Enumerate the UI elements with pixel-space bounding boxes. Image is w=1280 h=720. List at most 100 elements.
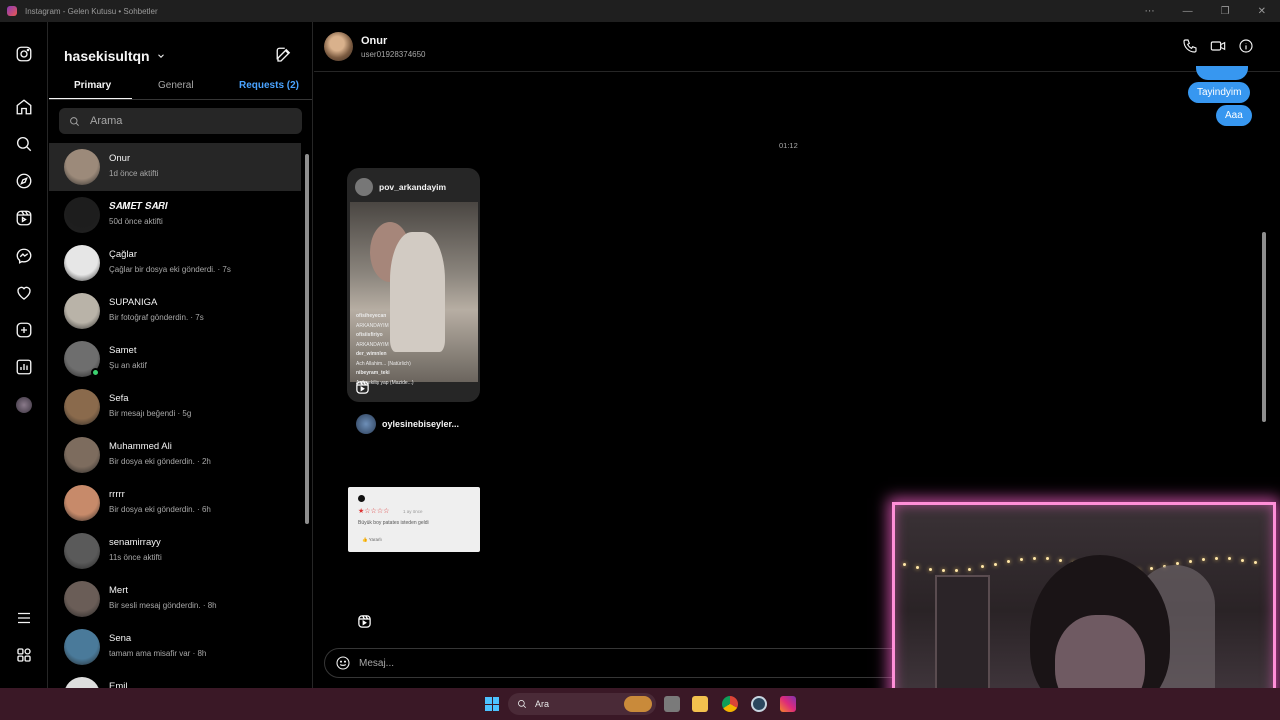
search-box[interactable]: [59, 108, 302, 134]
maximize-button[interactable]: ❐: [1221, 6, 1230, 17]
instagram-logo-icon[interactable]: [14, 44, 34, 64]
conversation-item[interactable]: rrrrr Bir dosya eki gönderdin. · 6h: [49, 479, 301, 527]
conversation-name: Sefa: [109, 393, 129, 404]
conversation-item[interactable]: Onur 1d önce aktifti: [49, 143, 301, 191]
account-switcher[interactable]: hasekisultqn: [64, 48, 166, 64]
steam-icon[interactable]: [751, 696, 767, 712]
avatar: [64, 245, 100, 281]
conversation-name: Çağlar: [109, 249, 137, 260]
search-input[interactable]: [90, 115, 290, 127]
search-icon: [518, 700, 527, 709]
emoji-icon[interactable]: [335, 655, 351, 671]
heart-icon[interactable]: [14, 283, 34, 303]
phone-icon[interactable]: [1182, 38, 1198, 54]
reel-comments: ofisiheyecan ARKANDAYIM ofisiisfiriyo ARKA…: [356, 312, 414, 388]
contact-name[interactable]: Onur: [361, 35, 387, 47]
contact-avatar[interactable]: [324, 32, 353, 61]
new-message-icon[interactable]: [275, 46, 293, 64]
conversation-scrollbar[interactable]: [304, 146, 310, 686]
chrome-icon[interactable]: [722, 696, 738, 712]
conversation-preview: 1d önce aktifti: [109, 169, 159, 178]
conversation-item[interactable]: 𝑺𝑨𝑴𝑬𝑻 𝑺𝑨𝑹𝑰 50d önce aktifti: [49, 191, 301, 239]
conversation-item[interactable]: Çağlar Çağlar bir dosya eki gönderdi. · 7…: [49, 239, 301, 287]
search-highlight-icon: [624, 696, 652, 712]
review-useful: 👍 Yararlı: [362, 537, 382, 542]
tab-requests[interactable]: Requests (2): [239, 80, 299, 91]
search-icon: [70, 116, 79, 126]
conversation-item[interactable]: Emil: [49, 671, 301, 688]
scrollbar-thumb[interactable]: [1262, 232, 1266, 422]
conversation-preview: tamam ama misafir var · 8h: [109, 649, 207, 658]
reels-icon: [356, 381, 369, 394]
conversation-preview: 50d önce aktifti: [109, 217, 163, 226]
sent-message-bubble[interactable]: Aaa: [1216, 105, 1252, 126]
reel-shared-by[interactable]: oylesinebiseyler...: [356, 414, 459, 434]
shared-image-review[interactable]: ★☆☆☆☆ 1 ay önce Büyük boy patates istede…: [348, 487, 480, 552]
home-icon[interactable]: [14, 97, 34, 117]
review-date: 1 ay önce: [403, 509, 423, 514]
reels-icon: [358, 615, 371, 628]
file-explorer-icon[interactable]: [692, 696, 708, 712]
shared-reel-card[interactable]: pov_arkandayim ofisiheyecan ARKANDAYIM of…: [347, 168, 480, 402]
conversation-preview: Şu an aktif: [109, 361, 147, 370]
conversation-preview: Bir fotoğraf gönderdin. · 7s: [109, 313, 204, 322]
video-icon[interactable]: [1210, 38, 1226, 54]
avatar: [64, 389, 100, 425]
chevron-down-icon: [157, 54, 164, 58]
messenger-icon[interactable]: [14, 246, 34, 266]
nav-rail: [0, 22, 48, 688]
create-icon[interactable]: [14, 320, 34, 340]
conversation-preview: Bir mesajı beğendi · 5g: [109, 409, 192, 418]
conversation-list: Onur 1d önce aktifti 𝑺𝑨𝑴𝑬𝑻 𝑺𝑨𝑹𝑰 50d önce ak…: [49, 143, 301, 688]
start-button[interactable]: [485, 697, 499, 711]
reel-author-name: pov_arkandayim: [379, 182, 447, 192]
avatar: [64, 581, 100, 617]
message-timestamp: 01:12: [779, 141, 798, 150]
account-username: hasekisultqn: [64, 48, 150, 64]
conversation-item[interactable]: Sena tamam ama misafir var · 8h: [49, 623, 301, 671]
chat-scrollbar[interactable]: [1260, 72, 1268, 492]
review-text: Büyük boy patates isteden geldi: [358, 520, 429, 526]
chat-actions: [1182, 38, 1254, 54]
avatar: [64, 437, 100, 473]
task-view-icon[interactable]: [664, 696, 680, 712]
sent-message-bubble-partial[interactable]: [1196, 66, 1248, 80]
sent-message-bubble[interactable]: Tayindyim: [1188, 82, 1251, 103]
conversation-item[interactable]: senamirrayy 11s önce aktifti: [49, 527, 301, 575]
minimize-button[interactable]: —: [1183, 6, 1193, 17]
message-input[interactable]: [359, 657, 859, 669]
active-tab-indicator: [49, 98, 132, 99]
tab-primary[interactable]: Primary: [74, 80, 111, 91]
conversation-item[interactable]: SUPANIGA Bir fotoğraf gönderdin. · 7s: [49, 287, 301, 335]
conversation-preview: Bir sesli mesaj gönderdin. · 8h: [109, 601, 217, 610]
conversation-item[interactable]: Samet Şu an aktif: [49, 335, 301, 383]
conversation-item[interactable]: Mert Bir sesli mesaj gönderdin. · 8h: [49, 575, 301, 623]
reel-thumbnail[interactable]: ofisiheyecan ARKANDAYIM ofisiisfiriyo ARKA…: [350, 202, 478, 386]
reel-comment: der_wimnlen Ach Allahim... (Natürlich): [356, 351, 411, 367]
taskbar-search-label: Ara: [535, 699, 550, 709]
avatar: [64, 149, 100, 185]
search-icon[interactable]: [14, 134, 34, 154]
dashboard-icon[interactable]: [14, 357, 34, 377]
avatar: [64, 485, 100, 521]
tab-general[interactable]: General: [158, 80, 194, 91]
profile-avatar[interactable]: [14, 395, 34, 415]
menu-icon[interactable]: [14, 608, 34, 628]
avatar: [64, 197, 100, 233]
conversation-item[interactable]: Sefa Bir mesajı beğendi · 5g: [49, 383, 301, 431]
shared-by-name: oylesinebiseyler...: [382, 419, 460, 429]
conversation-preview: Bir dosya eki gönderdin. · 6h: [109, 505, 211, 514]
taskbar-search[interactable]: Ara: [508, 693, 656, 715]
apps-icon[interactable]: [14, 645, 34, 665]
explore-icon[interactable]: [14, 171, 34, 191]
reel-author[interactable]: pov_arkandayim: [355, 178, 446, 196]
info-icon[interactable]: [1238, 38, 1254, 54]
instagram-icon[interactable]: [780, 696, 796, 712]
close-button[interactable]: ✕: [1258, 6, 1266, 17]
more-options-button[interactable]: ⋯: [1145, 6, 1155, 17]
reels-icon[interactable]: [14, 208, 34, 228]
conversation-preview: 11s önce aktifti: [109, 553, 162, 562]
scrollbar-thumb[interactable]: [305, 154, 309, 524]
reviewer-avatar: [358, 495, 365, 502]
conversation-item[interactable]: Muhammed Ali Bir dosya eki gönderdin. · 2…: [49, 431, 301, 479]
